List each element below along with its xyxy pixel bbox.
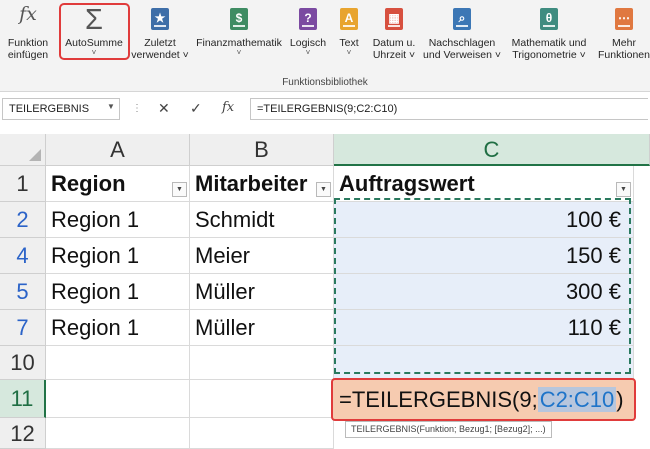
row-header[interactable]: 2 xyxy=(0,202,46,238)
column-header-a[interactable]: A xyxy=(46,134,190,166)
header-cell-auftragswert[interactable]: Auftragswert ▼ xyxy=(334,166,634,202)
cell-b2[interactable]: Schmidt xyxy=(190,202,334,238)
chevron-down-icon: ˅ xyxy=(346,48,352,57)
function-library-group-label: Funktionsbibliothek xyxy=(282,77,368,88)
row-header[interactable]: 7 xyxy=(0,310,46,346)
fx-icon: fx xyxy=(19,3,37,25)
cell-a12[interactable] xyxy=(46,418,190,449)
formula-bar: TEILERGEBNIS ▼ ⋮ ✕ ✓ fx =TEILERGEBNIS(9;… xyxy=(0,96,650,124)
chevron-down-icon: ˅ xyxy=(236,48,242,57)
cell-b4[interactable]: Meier xyxy=(190,238,334,274)
cancel-icon[interactable]: ✕ xyxy=(158,100,170,117)
resize-handle-icon[interactable]: ⋮ xyxy=(132,103,142,114)
function-tooltip[interactable]: TEILERGEBNIS(Funktion; Bezug1; [Bezug2];… xyxy=(345,421,552,438)
financial-button[interactable]: $ Finanzmathematik ˅ xyxy=(192,0,286,76)
recently-used-button[interactable]: ★ Zuletzt verwendet ˅ xyxy=(131,0,189,76)
cell-a10[interactable] xyxy=(46,346,190,380)
confirm-icon[interactable]: ✓ xyxy=(190,100,202,117)
calendar-book-icon: ▦ xyxy=(382,6,406,34)
row-header[interactable]: 5 xyxy=(0,274,46,310)
filter-dropdown-icon[interactable]: ▼ xyxy=(616,182,631,197)
range-reference: C2:C10 xyxy=(537,387,617,412)
logical-button[interactable]: ? Logisch ˅ xyxy=(287,0,329,76)
more-functions-button[interactable]: ⋯ Mehr Funktionen xyxy=(598,0,650,76)
column-header-b[interactable]: B xyxy=(190,134,334,166)
chevron-down-icon: ˅ xyxy=(91,48,97,57)
cell-a5[interactable]: Region 1 xyxy=(46,274,190,310)
cell-a4[interactable]: Region 1 xyxy=(46,238,190,274)
ribbon: fx Funktion einfügen Σ AutoSumme ˅ ★ Zul… xyxy=(0,0,650,92)
cell-c5[interactable]: 300 € xyxy=(334,274,634,310)
name-box[interactable]: TEILERGEBNIS xyxy=(2,98,120,120)
row-header[interactable]: 12 xyxy=(0,418,46,449)
cell-b7[interactable]: Müller xyxy=(190,310,334,346)
insert-function-icon[interactable]: fx xyxy=(222,100,234,115)
editing-cell-c11[interactable]: =TEILERGEBNIS(9;C2:C10) xyxy=(331,378,636,421)
header-cell-mitarbeiter[interactable]: Mitarbeiter ▼ xyxy=(190,166,334,202)
filter-active-icon[interactable]: ▼ xyxy=(172,182,187,197)
lookup-reference-button[interactable]: ⌕ Nachschlagen und Verweisen ˅ xyxy=(422,0,502,76)
insert-function-button[interactable]: fx Funktion einfügen xyxy=(2,0,54,76)
chevron-down-icon: ˅ xyxy=(305,48,311,57)
cell-a7[interactable]: Region 1 xyxy=(46,310,190,346)
row-header[interactable]: 4 xyxy=(0,238,46,274)
cell-a11[interactable] xyxy=(46,380,190,418)
cell-c2[interactable]: 100 € xyxy=(334,202,634,238)
text-book-icon: A xyxy=(337,6,361,34)
autosum-button[interactable]: Σ AutoSumme ˅ xyxy=(60,0,128,76)
column-header-c[interactable]: C xyxy=(334,134,650,166)
row-header[interactable]: 10 xyxy=(0,346,46,380)
row-header[interactable]: 1 xyxy=(0,166,46,202)
cell-c4[interactable]: 150 € xyxy=(334,238,634,274)
header-cell-region[interactable]: Region ▼ xyxy=(46,166,190,202)
row-header[interactable]: 11 xyxy=(0,380,46,418)
money-book-icon: $ xyxy=(227,6,251,34)
cell-b5[interactable]: Müller xyxy=(190,274,334,310)
filter-dropdown-icon[interactable]: ▼ xyxy=(316,182,331,197)
question-book-icon: ? xyxy=(296,6,320,34)
cell-c10[interactable] xyxy=(334,346,634,380)
cell-b12[interactable] xyxy=(190,418,334,449)
cell-a2[interactable]: Region 1 xyxy=(46,202,190,238)
cell-c7[interactable]: 110 € xyxy=(334,310,634,346)
formula-input[interactable]: =TEILERGEBNIS(9;C2:C10) xyxy=(250,98,648,120)
math-trig-button[interactable]: θ Mathematik und Trigonometrie ˅ xyxy=(505,0,593,76)
select-all-corner[interactable] xyxy=(0,134,46,166)
cell-b10[interactable] xyxy=(190,346,334,380)
cell-b11[interactable] xyxy=(190,380,334,418)
search-book-icon: ⌕ xyxy=(450,6,474,34)
star-book-icon: ★ xyxy=(148,6,172,34)
text-button[interactable]: A Text ˅ xyxy=(333,0,365,76)
chevron-down-icon[interactable]: ▼ xyxy=(107,102,115,111)
theta-book-icon: θ xyxy=(537,6,561,34)
more-book-icon: ⋯ xyxy=(612,6,636,34)
date-time-button[interactable]: ▦ Datum u. Uhrzeit ˅ xyxy=(368,0,420,76)
sigma-icon: Σ xyxy=(85,4,103,36)
